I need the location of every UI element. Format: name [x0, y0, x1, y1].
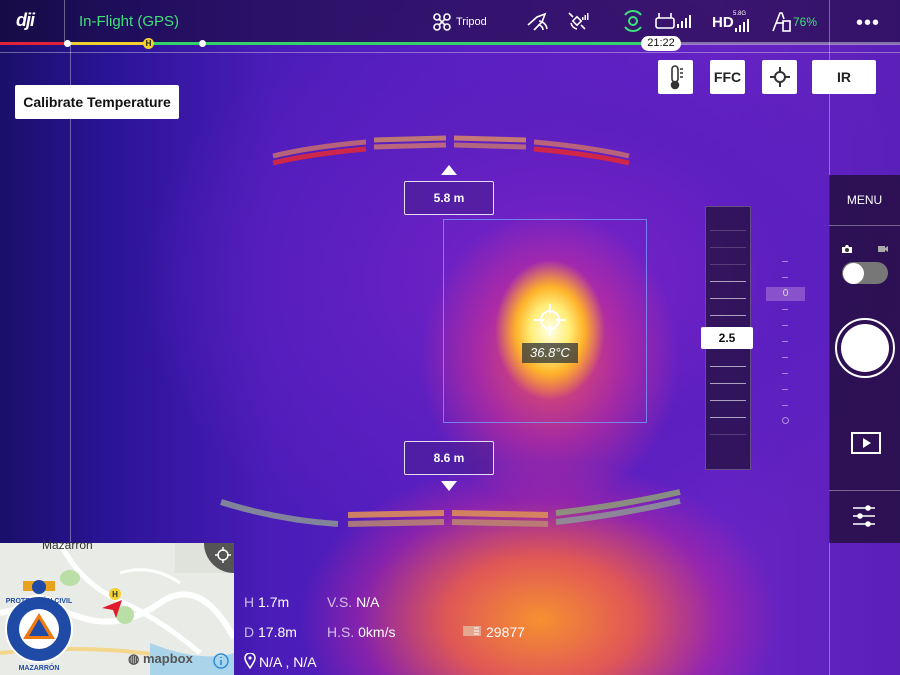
spot-temperature-reading: 36.8°C — [522, 343, 578, 363]
up-arrow-icon — [441, 165, 457, 175]
gimbal-tick — [782, 389, 788, 390]
return-home-marker: H — [143, 38, 154, 49]
battery-bar-critical — [0, 42, 68, 45]
location-pin-icon — [244, 653, 256, 669]
video-link-label[interactable]: HD — [712, 14, 734, 31]
photo-camera-icon[interactable] — [841, 244, 853, 254]
sd-card-icon — [463, 626, 481, 636]
zoom-tick — [710, 383, 746, 384]
zoom-tick — [710, 434, 746, 435]
telemetry-distance: D 17.8m — [244, 624, 297, 640]
gimbal-tick — [782, 405, 788, 406]
zoom-tick — [710, 281, 746, 282]
zoom-tick — [710, 264, 746, 265]
zoom-tick — [710, 417, 746, 418]
gimbal-tick — [782, 261, 788, 262]
zoom-value[interactable]: 2.5 — [701, 327, 753, 349]
zoom-tick — [710, 400, 746, 401]
gimbal-tick — [782, 357, 788, 358]
calibrate-temperature-button[interactable]: Calibrate Temperature — [15, 85, 179, 119]
obstacle-sensor-upper — [272, 135, 630, 166]
ir-mode-button[interactable]: IR — [812, 60, 876, 94]
zoom-tick — [710, 247, 746, 248]
satellite-icon[interactable] — [567, 11, 589, 33]
shutter-button-inner[interactable] — [841, 324, 889, 372]
aircraft-status-icon[interactable] — [525, 11, 549, 33]
lower-obstacle-distance: 8.6 m — [404, 441, 494, 475]
video-signal-bars — [735, 19, 749, 32]
storage-remaining: 29877 — [486, 624, 525, 640]
video-link-band: 5.8G — [733, 11, 747, 17]
ffc-button[interactable]: FFC — [710, 60, 745, 94]
remote-controller-signal-icon[interactable] — [654, 10, 694, 32]
battery-bar-empty — [660, 42, 900, 45]
seal-text-top: PROTECCIÓN CIVIL — [6, 596, 73, 605]
divider — [64, 0, 65, 44]
low-battery-marker — [199, 40, 206, 47]
playback-icon[interactable] — [851, 432, 881, 454]
gimbal-tick — [782, 277, 788, 278]
video-camera-icon[interactable] — [877, 244, 889, 254]
grid-line — [0, 52, 900, 53]
zoom-tick — [710, 230, 746, 231]
drone-icon — [433, 13, 451, 31]
telemetry-horizontal-speed: H.S. 0km/s — [327, 624, 396, 640]
menu-button[interactable]: MENU — [829, 193, 900, 207]
thermal-camera-view[interactable]: dji In-Flight (GPS) Tripod HD 5.8G 76% •… — [0, 0, 900, 675]
battery-bar-remaining — [148, 42, 660, 45]
spot-meter-crosshair-icon[interactable] — [533, 303, 567, 337]
more-icon[interactable]: ••• — [856, 12, 880, 35]
zoom-tick — [710, 315, 746, 316]
divider — [829, 225, 900, 226]
seal-text-bottom: MAZARRÓN — [19, 663, 60, 672]
flight-status[interactable]: In-Flight (GPS) — [79, 13, 179, 30]
flight-time-remaining: 21:22 — [641, 36, 681, 51]
flight-mode-label[interactable]: Tripod — [456, 16, 487, 28]
map-town-label: Mazarrón — [42, 538, 93, 552]
gimbal-tick — [782, 325, 788, 326]
zoom-tick — [710, 366, 746, 367]
zoom-tick — [710, 298, 746, 299]
gps-coordinates: N/A , N/A — [259, 654, 317, 670]
battery-icon[interactable] — [770, 11, 792, 33]
gimbal-bottom-marker — [782, 417, 789, 424]
svg-text:H: H — [112, 590, 118, 599]
gimbal-pitch-value: 0 — [766, 287, 805, 301]
crosshair-icon[interactable] — [762, 60, 797, 94]
down-arrow-icon — [441, 481, 457, 491]
gimbal-tick — [782, 341, 788, 342]
dji-logo[interactable]: dji — [16, 10, 35, 31]
gimbal-tick — [782, 309, 788, 310]
thermometer-icon[interactable] — [658, 60, 693, 94]
upper-obstacle-distance: 5.8 m — [404, 181, 494, 215]
divider — [829, 0, 830, 44]
mapbox-logo: ◍ mapbox — [128, 651, 193, 666]
aircraft-position-icon: H — [102, 588, 122, 618]
gimbal-tick — [782, 373, 788, 374]
telemetry-vertical-speed: V.S. N/A — [327, 594, 380, 610]
obstacle-avoidance-icon[interactable] — [621, 9, 645, 33]
proteccion-civil-seal: PROTECCIÓN CIVIL MAZARRÓN — [5, 580, 73, 672]
obstacle-sensor-lower — [220, 489, 681, 527]
battery-bar-low — [68, 42, 148, 45]
telemetry-height: H 1.7m — [244, 594, 290, 610]
toggle-knob[interactable] — [843, 263, 864, 284]
divider — [829, 490, 900, 491]
settings-sliders-icon[interactable] — [851, 503, 877, 529]
mapbox-icon: ◍ — [128, 651, 140, 666]
map-info-icon[interactable] — [213, 653, 229, 669]
battery-percentage: 76% — [793, 15, 818, 29]
